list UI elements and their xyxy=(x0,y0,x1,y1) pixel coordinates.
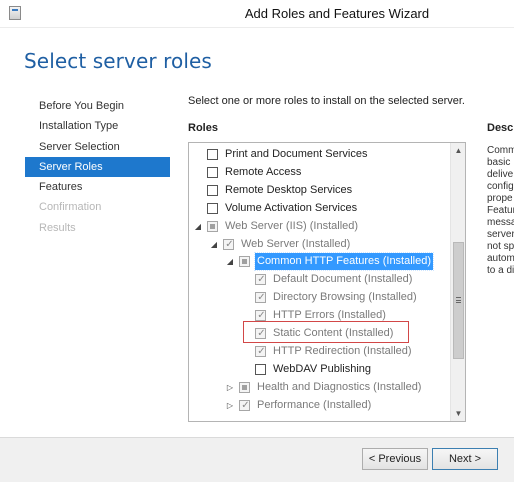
role-checkbox[interactable] xyxy=(207,149,218,160)
checkmark-icon: ✓ xyxy=(257,292,266,304)
collapse-arrow-icon[interactable]: ◢ xyxy=(225,253,235,270)
role-checkbox[interactable] xyxy=(255,363,266,375)
next-button[interactable]: Next > xyxy=(432,448,498,470)
roles-heading: Roles xyxy=(188,122,218,134)
expand-arrow-icon[interactable]: ▷ xyxy=(225,397,235,414)
previous-button[interactable]: < Previous xyxy=(362,448,428,470)
collapse-arrow-icon[interactable]: ◢ xyxy=(209,236,219,253)
collapse-arrow-icon[interactable]: ◢ xyxy=(193,218,203,235)
wizard-navigation: Before You Begin Installation Type Server … xyxy=(25,96,170,238)
role-item[interactable]: ◢ Web Server (IIS) (Installed) xyxy=(189,218,451,235)
role-item[interactable]: ◢ Common HTTP Features (Installed) xyxy=(189,252,451,272)
description-line: autom xyxy=(487,253,514,264)
checkmark-icon: ✓ xyxy=(225,238,234,250)
description-line: Comm xyxy=(487,145,514,156)
description-heading: Descri xyxy=(487,122,514,134)
scroll-down-arrow-icon[interactable]: ▼ xyxy=(451,406,466,421)
scroll-up-arrow-icon[interactable]: ▲ xyxy=(451,143,466,158)
checkmark-icon: ✓ xyxy=(257,274,266,286)
nav-item-server-roles[interactable]: Server Roles xyxy=(25,156,170,178)
role-label: Health and Diagnostics (Installed) xyxy=(257,380,422,393)
title-bar: Add Roles and Features Wizard xyxy=(0,0,514,28)
role-item[interactable]: ✓ Directory Browsing (Installed) xyxy=(189,289,451,306)
nav-item-confirmation: Confirmation xyxy=(39,201,102,214)
role-label: WebDAV Publishing xyxy=(273,362,372,375)
page-title: Select server roles xyxy=(24,49,212,73)
grip-icon xyxy=(456,297,461,303)
nav-item-installation-type[interactable]: Installation Type xyxy=(25,116,170,136)
description-line: config xyxy=(487,181,514,192)
role-label: Print and Document Services xyxy=(225,148,368,160)
role-item[interactable]: ◢ ✓ Web Server (Installed) xyxy=(189,236,451,253)
role-checkbox[interactable]: ✓ xyxy=(255,292,266,304)
role-item[interactable]: Volume Activation Services xyxy=(189,200,451,217)
role-checkbox[interactable]: ✓ xyxy=(239,399,250,411)
role-item[interactable]: Remote Desktop Services xyxy=(189,182,451,199)
role-item[interactable]: WebDAV Publishing xyxy=(189,361,451,378)
role-label: Web Server (Installed) xyxy=(241,237,351,250)
nav-item-server-selection[interactable]: Server Selection xyxy=(25,137,170,157)
static-content-highlight xyxy=(243,321,409,343)
nav-item-results: Results xyxy=(39,221,76,234)
description-line: server xyxy=(487,229,514,240)
instruction-text: Select one or more roles to install on t… xyxy=(188,95,465,107)
roles-tree[interactable]: Print and Document Services Remote Access… xyxy=(188,142,466,422)
role-label: Web Server (IIS) (Installed) xyxy=(225,219,359,232)
role-checkbox[interactable]: ✓ xyxy=(255,274,266,286)
role-label: Performance (Installed) xyxy=(257,398,372,411)
description-line: basic I xyxy=(487,157,514,168)
role-item[interactable]: Print and Document Services xyxy=(189,146,451,163)
role-checkbox[interactable] xyxy=(207,166,218,178)
window-title: Add Roles and Features Wizard xyxy=(244,6,430,21)
role-item[interactable]: ▷ Health and Diagnostics (Installed) xyxy=(189,379,451,396)
role-label: Directory Browsing (Installed) xyxy=(273,291,417,304)
description-text: Comm basic Idelive config prope Featur messa s… xyxy=(487,145,514,277)
scroll-thumb[interactable] xyxy=(453,242,464,359)
role-checkbox[interactable] xyxy=(207,184,218,196)
role-item[interactable]: ✓ HTTP Redirection (Installed) xyxy=(189,343,451,360)
role-checkbox[interactable]: ✓ xyxy=(255,310,266,322)
role-item[interactable]: ▷ ✓ Performance (Installed) xyxy=(189,397,451,414)
checkmark-icon: ✓ xyxy=(241,399,250,411)
description-line: to a di xyxy=(487,265,514,276)
role-label: Remote Access xyxy=(225,165,302,178)
nav-item-features[interactable]: Features xyxy=(25,177,170,197)
description-line: delive xyxy=(487,169,514,180)
role-checkbox[interactable] xyxy=(207,220,218,232)
role-label: Volume Activation Services xyxy=(225,201,358,214)
role-label: HTTP Redirection (Installed) xyxy=(273,344,412,357)
role-checkbox[interactable]: ✓ xyxy=(255,345,266,357)
expand-arrow-icon[interactable]: ▷ xyxy=(225,379,235,396)
description-line: Featur xyxy=(487,205,514,216)
role-checkbox[interactable] xyxy=(239,381,250,393)
roles-scrollbar[interactable]: ▲ ▼ xyxy=(450,143,465,421)
role-label: Common HTTP Features (Installed) xyxy=(253,252,435,272)
description-line: messa xyxy=(487,217,514,228)
role-item[interactable]: Remote Access xyxy=(189,164,451,181)
role-label: Remote Desktop Services xyxy=(225,183,353,196)
nav-item-before-you-begin[interactable]: Before You Begin xyxy=(25,96,170,116)
description-line: prope xyxy=(487,193,513,204)
role-checkbox[interactable]: ✓ xyxy=(223,238,234,250)
role-label: Default Document (Installed) xyxy=(273,273,413,286)
checkmark-icon: ✓ xyxy=(257,345,266,357)
wizard-footer: < Previous Next > xyxy=(0,437,514,482)
description-line: not sp xyxy=(487,241,514,252)
role-item[interactable]: ✓ Default Document (Installed) xyxy=(189,271,451,288)
role-checkbox[interactable] xyxy=(239,256,250,268)
role-checkbox[interactable] xyxy=(207,202,218,214)
